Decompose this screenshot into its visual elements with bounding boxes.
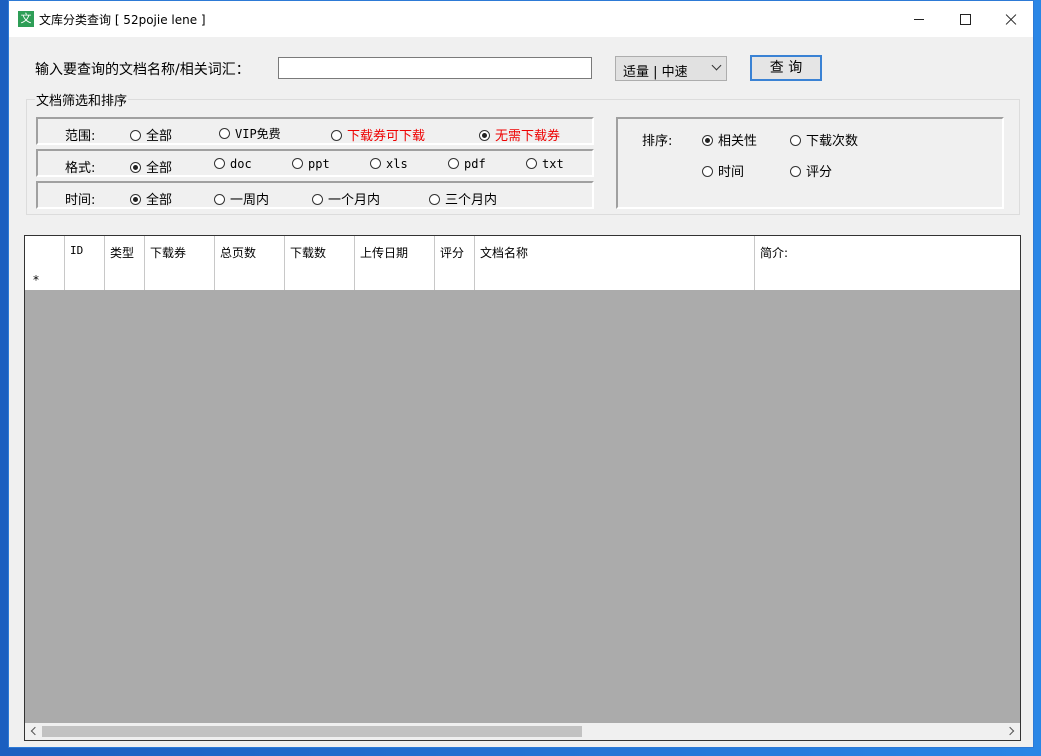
window-title: 文库分类查询 [ 52pojie lene ]: [39, 13, 206, 27]
radio-icon: [526, 158, 537, 169]
column-header-id[interactable]: ID: [65, 236, 105, 268]
grid-cell[interactable]: [145, 268, 215, 290]
column-header-coupon[interactable]: 下载券: [145, 236, 215, 268]
maximize-button[interactable]: [942, 1, 988, 37]
column-header-type[interactable]: 类型: [105, 236, 145, 268]
radio-icon: [214, 194, 225, 205]
table-row[interactable]: *: [25, 268, 1020, 290]
radio-selected-icon: [479, 130, 490, 141]
column-header-summary[interactable]: 简介:: [755, 236, 1020, 268]
speed-mode-select[interactable]: 适量 | 中速: [615, 56, 727, 81]
results-grid[interactable]: ID 类型 下载券 总页数 下载数 上传日期 评分 文档名称 简介: *: [24, 235, 1021, 741]
radio-icon: [790, 166, 801, 177]
radio-icon: [790, 135, 801, 146]
scroll-right-icon[interactable]: [1003, 723, 1020, 740]
scope-option-no-coupon[interactable]: 无需下载券: [479, 125, 560, 144]
sort-label: 排序:: [642, 134, 673, 149]
format-option-pdf[interactable]: pdf: [448, 157, 486, 171]
format-option-ppt[interactable]: ppt: [292, 157, 330, 171]
time-filter-row: 时间: 全部 一周内 一个月内 三个月内: [36, 181, 594, 209]
format-label: 格式:: [65, 161, 96, 176]
grid-cell[interactable]: [755, 268, 1020, 290]
scroll-thumb[interactable]: [42, 726, 582, 737]
sort-option-time[interactable]: 时间: [702, 161, 744, 180]
column-header-rating[interactable]: 评分: [435, 236, 475, 268]
radio-icon: [130, 130, 141, 141]
radio-icon: [370, 158, 381, 169]
search-input[interactable]: [278, 57, 592, 79]
format-option-xls[interactable]: xls: [370, 157, 408, 171]
grid-cell[interactable]: [65, 268, 105, 290]
horizontal-scrollbar[interactable]: [25, 723, 1020, 740]
grid-cell[interactable]: [215, 268, 285, 290]
radio-icon: [312, 194, 323, 205]
radio-selected-icon: [130, 162, 141, 173]
time-option-three-months[interactable]: 三个月内: [429, 189, 497, 208]
query-button[interactable]: 查 询: [750, 55, 822, 81]
radio-icon: [331, 130, 342, 141]
radio-icon: [702, 166, 713, 177]
format-option-all[interactable]: 全部: [130, 157, 172, 176]
column-header-doc-name[interactable]: 文档名称: [475, 236, 755, 268]
format-option-txt[interactable]: txt: [526, 157, 564, 171]
time-option-week[interactable]: 一周内: [214, 189, 269, 208]
time-option-all[interactable]: 全部: [130, 189, 172, 208]
row-header-corner: [25, 236, 65, 268]
scope-option-vip-free[interactable]: VIP免费: [219, 125, 281, 142]
search-label: 输入要查询的文档名称/相关词汇：: [35, 62, 250, 78]
column-header-pages[interactable]: 总页数: [215, 236, 285, 268]
radio-icon: [219, 128, 230, 139]
radio-icon: [429, 194, 440, 205]
filter-group-title: 文档筛选和排序: [35, 90, 129, 109]
radio-icon: [214, 158, 225, 169]
scope-label: 范围:: [65, 129, 96, 144]
minimize-icon: [896, 1, 942, 37]
format-option-doc[interactable]: doc: [214, 157, 252, 171]
scope-option-all[interactable]: 全部: [130, 125, 172, 144]
sort-box: 排序: 相关性 下载次数 时间 评分: [616, 117, 1004, 209]
grid-cell[interactable]: [355, 268, 435, 290]
scope-option-coupon[interactable]: 下载券可下载: [331, 125, 425, 144]
radio-icon: [448, 158, 459, 169]
new-row-marker: *: [33, 273, 39, 287]
grid-cell[interactable]: [435, 268, 475, 290]
scroll-left-icon[interactable]: [25, 723, 42, 740]
format-filter-row: 格式: 全部 doc ppt xls pdf txt: [36, 149, 594, 177]
grid-cell[interactable]: [475, 268, 755, 290]
title-bar[interactable]: 文 文库分类查询 [ 52pojie lene ]: [9, 1, 1033, 37]
radio-selected-icon: [130, 194, 141, 205]
sort-option-downloads[interactable]: 下载次数: [790, 130, 858, 149]
close-button[interactable]: [988, 1, 1034, 37]
sort-option-rating[interactable]: 评分: [790, 161, 832, 180]
app-window: 文 文库分类查询 [ 52pojie lene ] 输入要查询的文档名称/相关词…: [8, 0, 1034, 748]
grid-cell[interactable]: [105, 268, 145, 290]
chevron-down-icon: [711, 60, 722, 71]
close-icon: [988, 1, 1034, 37]
sort-option-relevance[interactable]: 相关性: [702, 130, 757, 149]
grid-header-row: ID 类型 下载券 总页数 下载数 上传日期 评分 文档名称 简介:: [25, 236, 1020, 269]
app-icon: 文: [18, 11, 34, 27]
column-header-upload-date[interactable]: 上传日期: [355, 236, 435, 268]
column-header-downloads[interactable]: 下载数: [285, 236, 355, 268]
maximize-icon: [942, 1, 988, 37]
radio-selected-icon: [702, 135, 713, 146]
speed-mode-value: 适量 | 中速: [623, 65, 688, 80]
grid-cell[interactable]: [285, 268, 355, 290]
time-label: 时间:: [65, 193, 96, 208]
minimize-button[interactable]: [896, 1, 942, 37]
radio-icon: [292, 158, 303, 169]
time-option-month[interactable]: 一个月内: [312, 189, 380, 208]
row-header-cell: *: [25, 268, 65, 290]
scope-filter-row: 范围: 全部 VIP免费 下载券可下载 无需下载券: [36, 117, 594, 145]
